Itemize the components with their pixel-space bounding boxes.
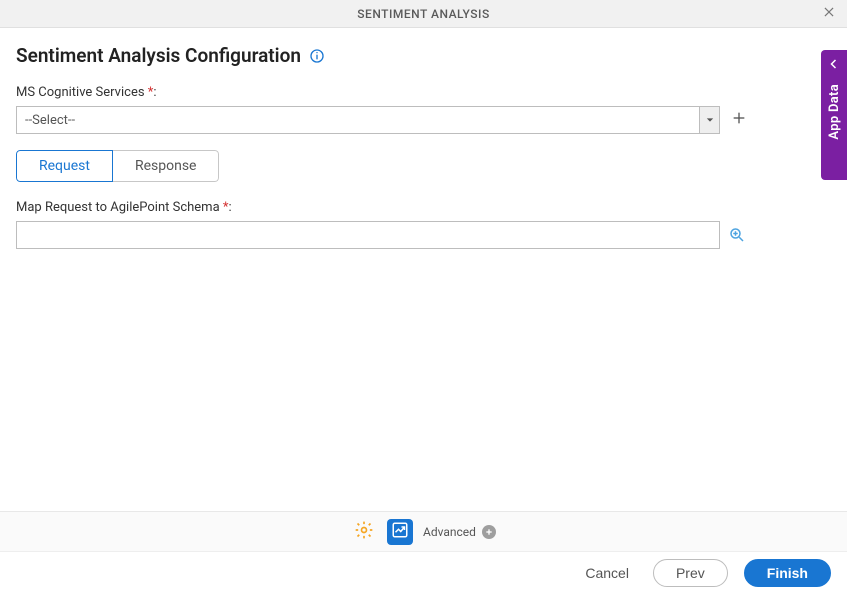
expand-advanced-icon	[482, 525, 496, 539]
cognitive-services-label: MS Cognitive Services *:	[16, 85, 831, 100]
advanced-toggle[interactable]: Advanced	[423, 525, 496, 539]
map-request-row	[16, 221, 831, 249]
caret-down-icon	[706, 112, 714, 128]
advanced-bar: Advanced	[0, 511, 847, 551]
trend-icon	[391, 521, 409, 543]
settings-button[interactable]	[351, 519, 377, 545]
cognitive-services-select[interactable]: --Select--	[16, 106, 720, 134]
request-response-tabs: Request Response	[16, 150, 219, 182]
app-data-panel-toggle[interactable]: App Data	[821, 50, 847, 180]
schema-lookup-button[interactable]	[728, 226, 746, 244]
cognitive-select-value: --Select--	[17, 107, 699, 133]
cognitive-services-group: MS Cognitive Services *: --Select--	[16, 85, 831, 134]
cognitive-select-dropdown-button[interactable]	[699, 107, 719, 133]
main-content: Sentiment Analysis Configuration MS Cogn…	[0, 28, 847, 511]
prev-button[interactable]: Prev	[653, 559, 728, 587]
app-data-label: App Data	[827, 84, 842, 140]
cancel-button[interactable]: Cancel	[577, 559, 637, 587]
map-label-text: Map Request to AgilePoint Schema	[16, 200, 223, 215]
plus-icon	[731, 110, 747, 130]
label-colon: :	[228, 200, 231, 215]
map-request-input[interactable]	[16, 221, 720, 249]
finish-button[interactable]: Finish	[744, 559, 831, 587]
page-title-row: Sentiment Analysis Configuration	[16, 44, 831, 67]
info-icon[interactable]	[309, 48, 325, 64]
gear-icon	[354, 520, 374, 544]
cognitive-label-text: MS Cognitive Services	[16, 85, 148, 100]
tab-response[interactable]: Response	[113, 150, 220, 182]
cognitive-select-row: --Select--	[16, 106, 831, 134]
advanced-label: Advanced	[423, 525, 476, 539]
page-title: Sentiment Analysis Configuration	[16, 44, 301, 67]
close-button[interactable]	[817, 2, 841, 26]
add-cognitive-service-button[interactable]	[730, 111, 748, 129]
chevron-left-icon	[828, 58, 840, 74]
close-icon	[822, 5, 836, 23]
search-schema-icon	[728, 226, 746, 244]
window-title: SENTIMENT ANALYSIS	[357, 7, 489, 21]
map-request-group: Map Request to AgilePoint Schema *:	[16, 200, 831, 249]
label-colon: :	[153, 85, 156, 100]
map-request-label: Map Request to AgilePoint Schema *:	[16, 200, 831, 215]
titlebar: SENTIMENT ANALYSIS	[0, 0, 847, 28]
tab-request[interactable]: Request	[16, 150, 113, 182]
trend-button[interactable]	[387, 519, 413, 545]
footer: Cancel Prev Finish	[0, 551, 847, 593]
